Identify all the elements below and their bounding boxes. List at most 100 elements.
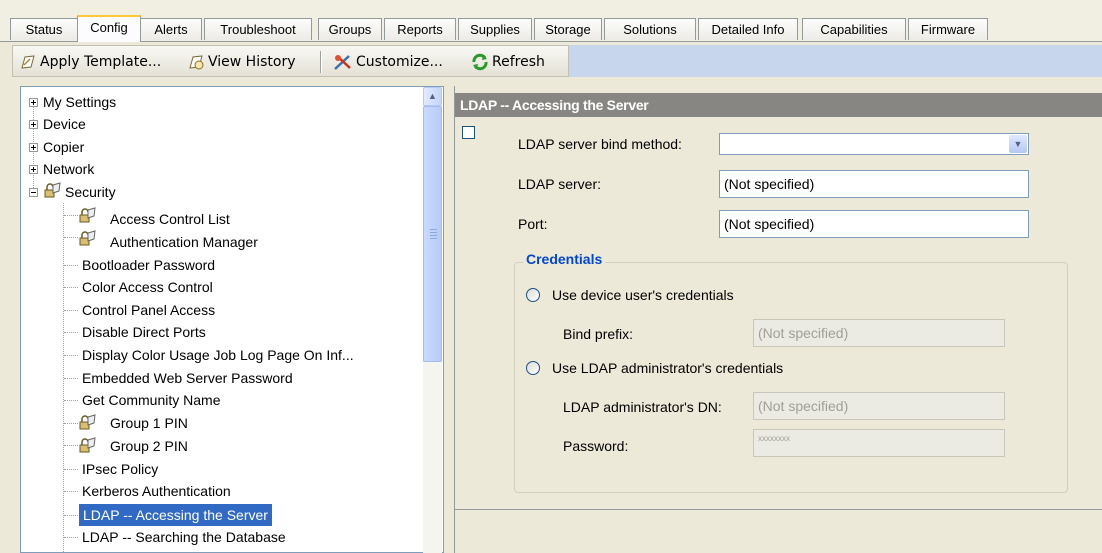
ldap-server-input[interactable]: (Not specified) xyxy=(719,170,1029,198)
tree-line xyxy=(64,537,78,538)
tree-line xyxy=(64,237,78,238)
group-2-pin-icon xyxy=(79,437,96,453)
tree-item-my-settings[interactable]: My Settings xyxy=(43,91,116,113)
expand-my-settings[interactable] xyxy=(29,98,38,107)
panel-title: LDAP -- Accessing the Server xyxy=(455,93,1102,117)
customize-label: Customize... xyxy=(356,54,443,70)
tree-item-authentication-manager[interactable]: Authentication Manager xyxy=(110,231,258,253)
tree-item-display-color-usage[interactable]: Display Color Usage Job Log Page On Inf.… xyxy=(82,344,354,366)
toolbar-background xyxy=(569,45,1102,77)
apply-template-label: Apply Template... xyxy=(40,54,162,70)
expand-network[interactable] xyxy=(29,165,38,174)
tab-firmware[interactable]: Firmware xyxy=(908,18,988,40)
refresh-label: Refresh xyxy=(492,54,545,70)
tree-scrollbar[interactable]: ▲ xyxy=(423,87,442,553)
use-device-user-radio[interactable] xyxy=(526,288,540,302)
customize-button[interactable]: Customize... xyxy=(333,50,443,74)
scrollbar-thumb[interactable] xyxy=(423,106,442,362)
bind-method-label: LDAP server bind method: xyxy=(518,136,682,152)
customize-icon xyxy=(334,55,351,70)
tree-item-bootloader-password[interactable]: Bootloader Password xyxy=(82,254,215,276)
tree-line xyxy=(64,423,78,424)
scrollbar-grip xyxy=(430,238,437,239)
tab-reports[interactable]: Reports xyxy=(384,18,456,40)
tab-capabilities[interactable]: Capabilities xyxy=(802,18,906,40)
tree-item-control-panel-access[interactable]: Control Panel Access xyxy=(82,299,215,321)
chevron-down-icon[interactable]: ▼ xyxy=(1009,135,1027,153)
scroll-up-icon[interactable]: ▲ xyxy=(423,87,442,106)
tree-item-device[interactable]: Device xyxy=(43,113,86,135)
tab-solutions[interactable]: Solutions xyxy=(604,18,696,40)
tree-item-copier[interactable]: Copier xyxy=(43,136,84,158)
bind-prefix-input[interactable]: (Not specified) xyxy=(753,319,1005,347)
refresh-icon xyxy=(472,53,488,71)
security-icon xyxy=(44,182,61,198)
port-label: Port: xyxy=(518,216,548,232)
tree-item-group-2-pin[interactable]: Group 2 PIN xyxy=(110,435,188,457)
tree-item-access-control-list[interactable]: Access Control List xyxy=(110,208,230,230)
tree-item-color-access-control[interactable]: Color Access Control xyxy=(82,276,213,298)
view-history-label: View History xyxy=(208,54,296,70)
tree-line xyxy=(64,310,78,311)
tab-storage[interactable]: Storage xyxy=(534,18,602,40)
tree-line xyxy=(64,400,78,401)
tab-supplies[interactable]: Supplies xyxy=(458,18,532,40)
settings-tree: My Settings Device Copier Network Securi… xyxy=(20,86,444,553)
tree-item-group-1-pin[interactable]: Group 1 PIN xyxy=(110,412,188,434)
tree-item-embedded-web-server-password[interactable]: Embedded Web Server Password xyxy=(82,367,293,389)
tree-item-ldap-accessing-server[interactable]: LDAP -- Accessing the Server xyxy=(79,504,272,526)
ldap-server-label: LDAP server: xyxy=(518,176,601,192)
use-ldap-admin-radio[interactable] xyxy=(526,361,540,375)
admin-dn-label: LDAP administrator's DN: xyxy=(563,399,722,415)
tab-bar: Status Config Alerts Troubleshoot Groups… xyxy=(0,0,1102,42)
scrollbar-grip xyxy=(430,229,437,230)
bind-prefix-label: Bind prefix: xyxy=(563,326,634,342)
panel-content: LDAP server bind method: ▼ LDAP server: … xyxy=(455,117,1102,509)
toolbar-separator xyxy=(320,51,322,73)
tree-item-get-community-name[interactable]: Get Community Name xyxy=(82,389,220,411)
tree-item-kerberos-authentication[interactable]: Kerberos Authentication xyxy=(82,480,231,502)
scrollbar-grip xyxy=(430,235,437,236)
expand-device[interactable] xyxy=(29,120,38,129)
panel-footer xyxy=(455,510,1102,553)
tree-line xyxy=(64,445,78,446)
tree-line xyxy=(64,378,78,379)
password-input[interactable]: xxxxxxxx xyxy=(753,429,1005,457)
refresh-button[interactable]: Refresh xyxy=(471,50,545,74)
use-device-user-label[interactable]: Use device user's credentials xyxy=(552,287,734,303)
tree-line xyxy=(64,265,78,266)
access-control-list-icon xyxy=(79,207,96,223)
tree-line xyxy=(64,515,78,516)
tab-detailed-info[interactable]: Detailed Info xyxy=(698,18,798,40)
authentication-manager-icon xyxy=(79,230,96,246)
tab-troubleshoot[interactable]: Troubleshoot xyxy=(204,18,312,40)
tree-line xyxy=(64,215,78,216)
toolbar: Apply Template... View History Customize… xyxy=(12,45,569,77)
collapse-security[interactable] xyxy=(29,188,38,197)
password-label: Password: xyxy=(563,438,629,454)
bind-method-select[interactable]: ▼ xyxy=(719,133,1029,155)
tab-config[interactable]: Config xyxy=(77,15,141,42)
group-1-pin-icon xyxy=(79,414,96,430)
enable-checkbox[interactable] xyxy=(462,126,475,139)
tab-divider xyxy=(0,41,1102,42)
tree-line xyxy=(64,469,78,470)
tree-item-security[interactable]: Security xyxy=(65,181,116,203)
tab-alerts[interactable]: Alerts xyxy=(140,18,202,40)
tab-groups[interactable]: Groups xyxy=(318,18,382,40)
apply-template-button[interactable]: Apply Template... xyxy=(19,50,161,74)
use-ldap-admin-label[interactable]: Use LDAP administrator's credentials xyxy=(552,360,783,376)
credentials-title: Credentials xyxy=(523,251,606,267)
expand-copier[interactable] xyxy=(29,143,38,152)
tab-status[interactable]: Status xyxy=(10,18,78,40)
tree-line xyxy=(64,287,78,288)
history-icon xyxy=(189,55,204,70)
tree-line xyxy=(64,332,78,333)
tree-item-ipsec-policy[interactable]: IPsec Policy xyxy=(82,458,158,480)
view-history-button[interactable]: View History xyxy=(187,50,295,74)
admin-dn-input[interactable]: (Not specified) xyxy=(753,392,1005,420)
tree-item-ldap-searching-database[interactable]: LDAP -- Searching the Database xyxy=(82,526,286,548)
port-input[interactable]: (Not specified) xyxy=(719,210,1029,238)
tree-item-disable-direct-ports[interactable]: Disable Direct Ports xyxy=(82,321,206,343)
tree-item-network[interactable]: Network xyxy=(43,158,94,180)
